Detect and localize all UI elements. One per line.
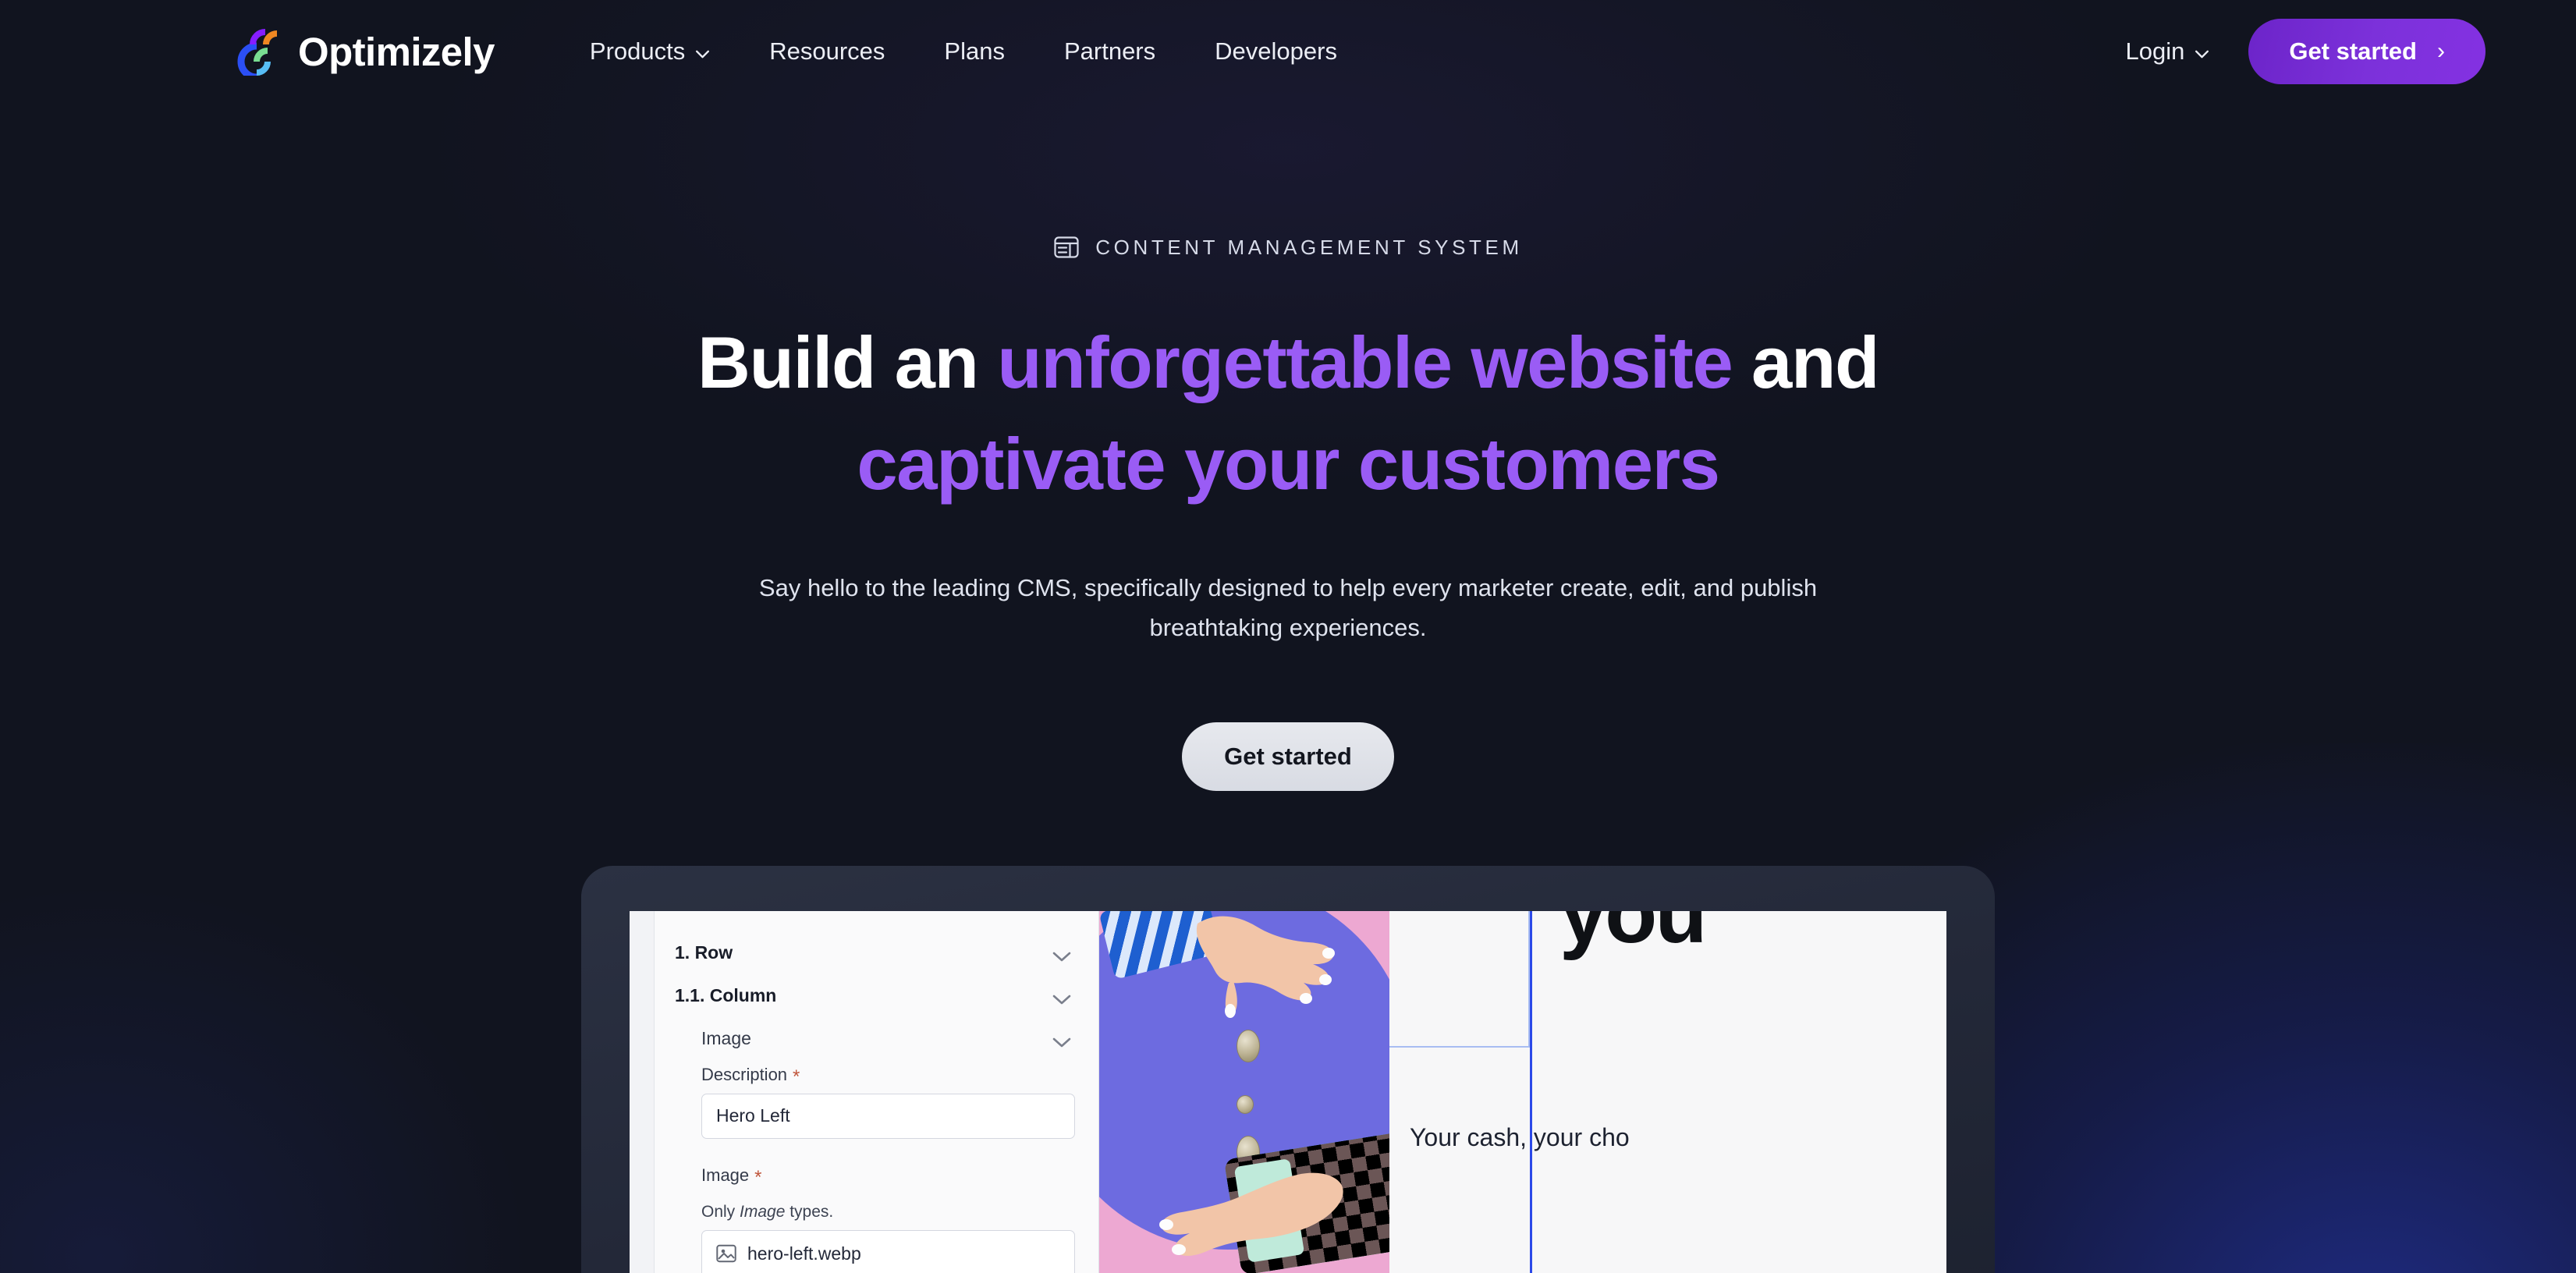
cms-description-value: Hero Left	[716, 1105, 790, 1126]
preview-guide-line	[1530, 910, 1532, 1273]
header-get-started-label: Get started	[2289, 37, 2417, 65]
cms-layout-icon	[1053, 234, 1080, 261]
brand-name: Optimizely	[298, 29, 495, 74]
headline-highlight-1: unforgettable website	[997, 321, 1733, 403]
preview-caption: Your cash, your cho	[1410, 1122, 1630, 1151]
hero-headline: Build an unforgettable website and captiv…	[617, 312, 1959, 514]
chevron-down-icon	[2195, 50, 2209, 59]
cms-tree-item-column[interactable]: 1.1. Column	[675, 974, 1075, 1017]
image-file-icon	[716, 1244, 736, 1263]
login-menu[interactable]: Login	[2113, 27, 2222, 76]
nav-link-products-label: Products	[589, 37, 686, 65]
cms-image-hint-em: Image	[740, 1202, 786, 1221]
cms-sidebar-rail	[630, 910, 655, 1273]
cms-image-hint-before: Only	[701, 1202, 740, 1221]
coin-graphic	[1237, 1029, 1260, 1062]
cms-description-input[interactable]: Hero Left	[701, 1093, 1075, 1139]
nav-link-developers-label: Developers	[1215, 37, 1337, 65]
page-root: Optimizely Products Resources Plans Part…	[0, 0, 2576, 1273]
preview-guide-box	[1389, 910, 1530, 1048]
cms-properties-panel: 1. Row 1.1. Column Image Description * H…	[655, 910, 1099, 1273]
cms-live-preview: you Your cash, your cho	[1389, 910, 1946, 1273]
required-asterisk-icon: *	[793, 1066, 800, 1087]
cms-image-label: Image	[701, 1165, 750, 1185]
chevron-down-icon	[695, 50, 710, 59]
cms-description-label-wrap: Description *	[701, 1064, 1075, 1087]
cms-editor-screenshot: 1. Row 1.1. Column Image Description * H…	[630, 910, 1946, 1273]
optimizely-logo-icon	[234, 27, 282, 81]
cms-file-name: hero-left.webp	[747, 1243, 861, 1264]
hero-get-started-button[interactable]: Get started	[1182, 722, 1394, 791]
nav-link-partners[interactable]: Partners	[1034, 27, 1185, 76]
hero-get-started-label: Get started	[1224, 742, 1352, 770]
preview-headline: you	[1559, 910, 1708, 961]
nav-link-products[interactable]: Products	[560, 27, 740, 76]
chevron-down-icon	[1052, 990, 1072, 1005]
cms-description-label: Description	[701, 1064, 788, 1084]
chevron-down-icon	[1052, 1033, 1072, 1048]
cms-image-hint: Only Image types.	[701, 1203, 1075, 1222]
hero-subtitle: Say hello to the leading CMS, specifical…	[758, 574, 1818, 641]
cms-file-chip[interactable]: hero-left.webp	[701, 1229, 1075, 1273]
cms-image-hint-after: types.	[785, 1202, 834, 1221]
cms-tree-item-image[interactable]: Image	[675, 1017, 1075, 1060]
header-get-started-button[interactable]: Get started ›	[2248, 19, 2486, 84]
cms-tree-item-image-label: Image	[701, 1027, 751, 1048]
required-asterisk-icon: *	[754, 1166, 762, 1188]
site-header: Optimizely Products Resources Plans Part…	[0, 0, 2576, 103]
hero-eyebrow: CONTENT MANAGEMENT SYSTEM	[0, 234, 2576, 261]
chevron-right-icon: ›	[2437, 38, 2445, 64]
hand-bottom-graphic	[1159, 1172, 1343, 1256]
product-screenshot-frame: 1. Row 1.1. Column Image Description * H…	[0, 865, 2576, 1273]
headline-part-1: Build an	[697, 321, 998, 403]
hero-section: CONTENT MANAGEMENT SYSTEM Build an unfor…	[0, 103, 2576, 791]
preview-headline-line2: you	[1559, 910, 1708, 961]
primary-navigation: Products Resources Plans Partners Develo…	[560, 27, 1367, 76]
cms-image-preview	[1099, 910, 1389, 1273]
nav-link-plans-label: Plans	[944, 37, 1005, 65]
device-bezel: 1. Row 1.1. Column Image Description * H…	[581, 865, 1995, 1273]
headline-highlight-2: captivate your customers	[857, 422, 1720, 505]
brand-logo[interactable]: Optimizely	[234, 27, 495, 81]
cms-tree-item-row[interactable]: 1. Row	[675, 931, 1075, 974]
nav-link-resources-label: Resources	[769, 37, 885, 65]
hero-eyebrow-label: CONTENT MANAGEMENT SYSTEM	[1095, 235, 1523, 259]
cms-tree-item-column-label: 1.1. Column	[675, 984, 777, 1005]
nav-link-plans[interactable]: Plans	[914, 27, 1034, 76]
login-label: Login	[2125, 37, 2185, 65]
cms-description-field: Description * Hero Left	[675, 1060, 1075, 1139]
nav-link-resources[interactable]: Resources	[740, 27, 914, 76]
coin-graphic	[1237, 1094, 1254, 1114]
cms-image-field: Image * Only Image types. hero-left.webp	[675, 1139, 1075, 1273]
chevron-down-icon	[1052, 947, 1072, 962]
nav-link-partners-label: Partners	[1063, 37, 1156, 65]
cms-tree-item-row-label: 1. Row	[675, 941, 733, 963]
headline-part-2: and	[1732, 321, 1879, 403]
cms-image-label-wrap: Image *	[701, 1165, 1075, 1188]
hand-top-graphic	[1196, 916, 1335, 1018]
header-actions: Login Get started ›	[2113, 19, 2486, 84]
nav-link-developers[interactable]: Developers	[1185, 27, 1367, 76]
